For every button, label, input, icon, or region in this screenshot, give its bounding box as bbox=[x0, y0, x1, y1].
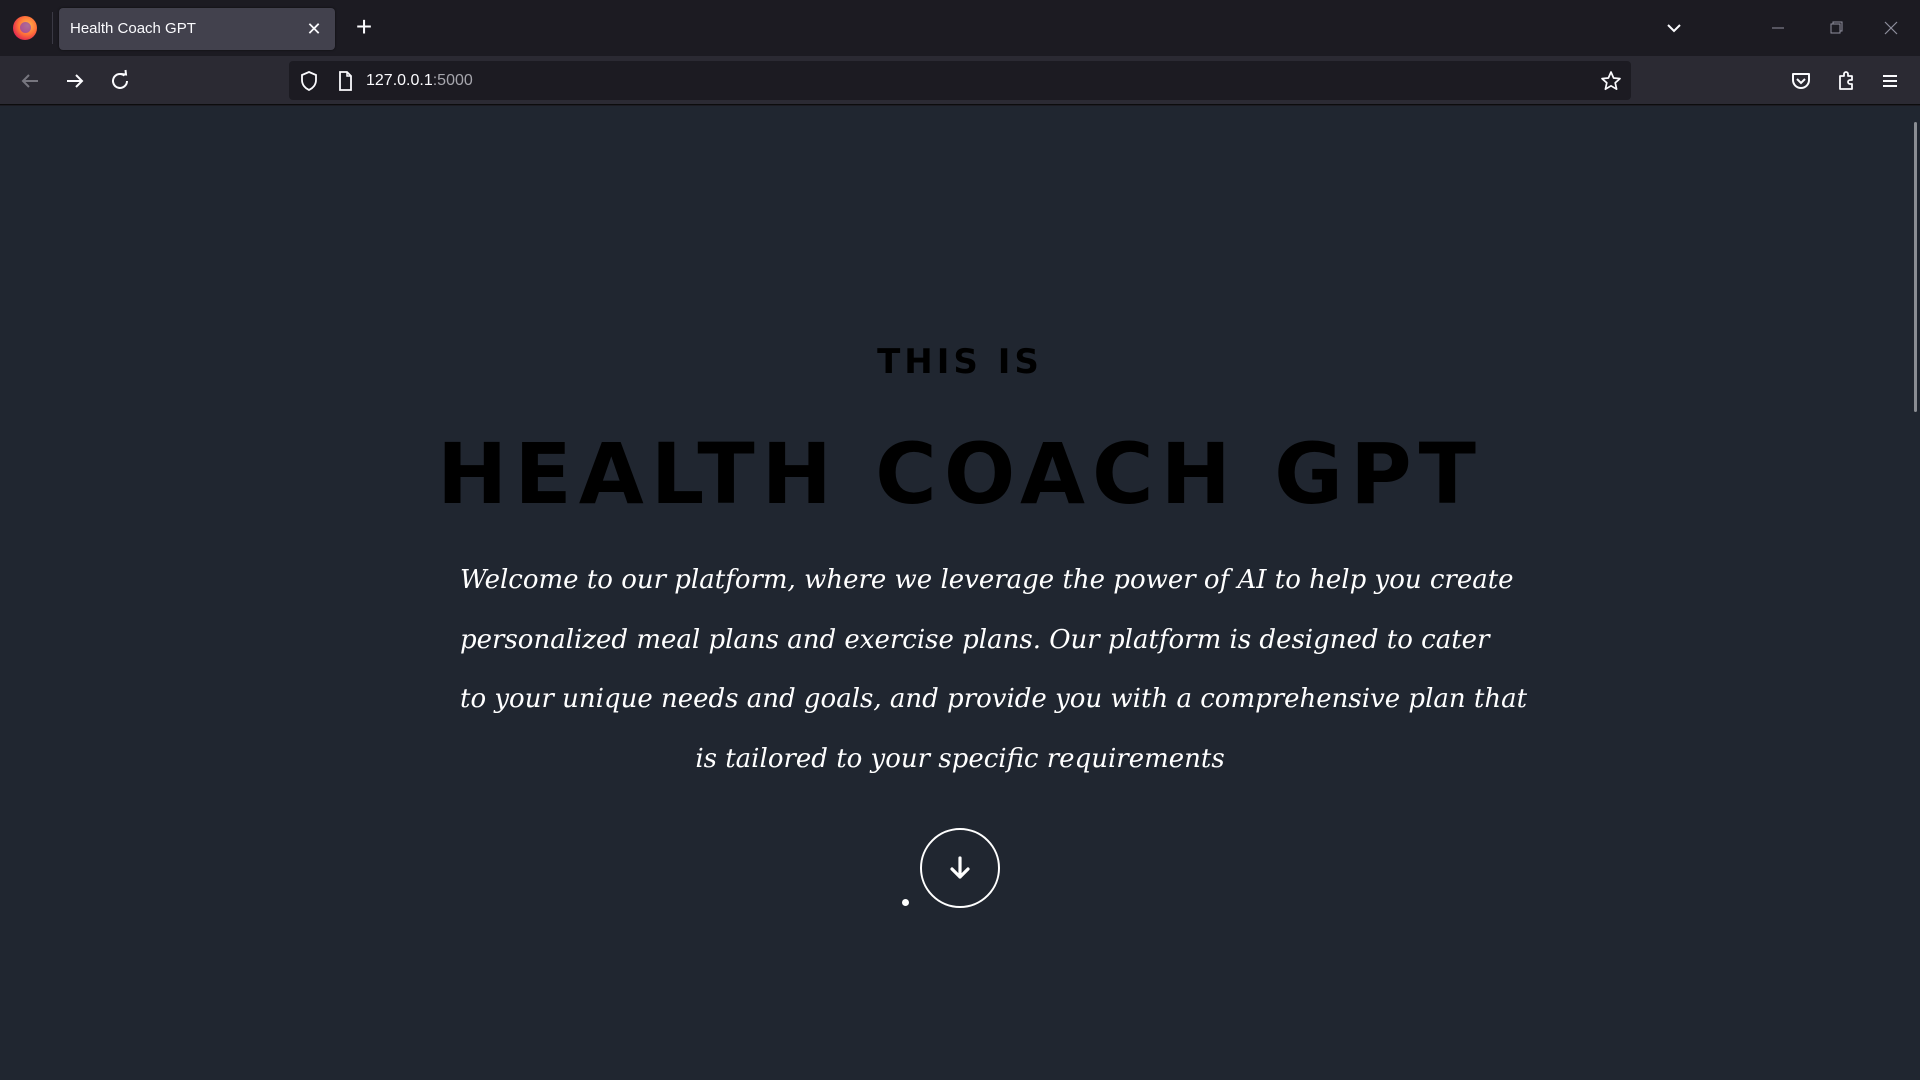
intro-line: is tailored to your specific requirement… bbox=[695, 743, 1225, 774]
hero-pretitle: THIS IS bbox=[877, 342, 1043, 382]
pocket-icon[interactable] bbox=[1787, 67, 1815, 95]
plus-icon[interactable]: + bbox=[349, 13, 379, 43]
puzzle-icon[interactable] bbox=[1832, 67, 1860, 95]
close-window-icon[interactable] bbox=[1871, 13, 1911, 43]
cursor-dot bbox=[902, 899, 909, 906]
url-text[interactable]: 127.0.0.1:5000 bbox=[366, 72, 473, 90]
page-icon[interactable] bbox=[333, 69, 357, 93]
restore-icon[interactable] bbox=[1815, 13, 1855, 43]
tab-strip: Health Coach GPT ✕ + bbox=[0, 0, 1920, 56]
scroll-down-button[interactable] bbox=[920, 828, 1000, 908]
arrow-down-icon bbox=[950, 856, 970, 879]
intro-line: Welcome to our platform, where we levera… bbox=[460, 565, 1514, 595]
intro-line: to your unique needs and goals, and prov… bbox=[460, 684, 1528, 714]
intro-line: personalized meal plans and exercise pla… bbox=[460, 624, 1490, 655]
url-host: 127.0.0.1 bbox=[366, 72, 433, 89]
firefox-logo-icon[interactable] bbox=[13, 16, 37, 40]
minimize-icon[interactable] bbox=[1758, 13, 1798, 43]
star-icon[interactable] bbox=[1599, 69, 1623, 93]
hero-title: HEALTH COACH GPT bbox=[437, 425, 1483, 523]
tab-separator bbox=[52, 12, 53, 44]
arrow-left-icon[interactable] bbox=[15, 66, 45, 96]
hamburger-icon[interactable] bbox=[1876, 67, 1904, 95]
shield-icon[interactable] bbox=[297, 69, 321, 93]
navigation-bar: 127.0.0.1:5000 bbox=[0, 56, 1920, 105]
tab-title: Health Coach GPT bbox=[70, 20, 196, 37]
page-viewport: THIS IS HEALTH COACH GPT Welcome to our … bbox=[0, 106, 1920, 1080]
hero-intro: Welcome to our platform, where we levera… bbox=[460, 551, 1528, 789]
browser-tab-active[interactable]: Health Coach GPT ✕ bbox=[59, 8, 335, 50]
arrow-right-icon[interactable] bbox=[60, 66, 90, 96]
url-port: :5000 bbox=[432, 72, 473, 89]
reload-icon[interactable] bbox=[105, 66, 135, 96]
close-icon[interactable]: ✕ bbox=[302, 17, 326, 41]
chevron-down-icon[interactable] bbox=[1659, 13, 1689, 43]
url-bar[interactable]: 127.0.0.1:5000 bbox=[289, 61, 1631, 100]
